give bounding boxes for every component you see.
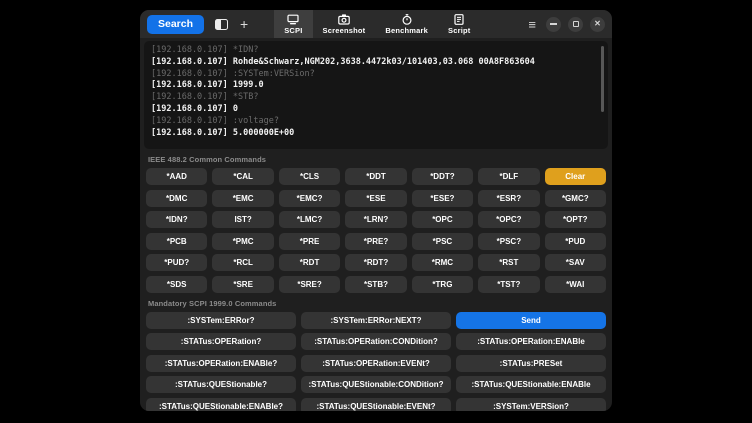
command-button[interactable]: *DDT [345,168,406,185]
command-button[interactable]: :STATus:OPERation? [146,333,296,350]
command-button[interactable]: *CLS [279,168,340,185]
stopwatch-icon [401,14,413,25]
scpi-icon [287,14,299,25]
command-button[interactable]: *PRE? [345,233,406,250]
command-button[interactable]: *RDT? [345,254,406,271]
maximize-button[interactable] [568,17,583,32]
minimize-button[interactable] [546,17,561,32]
console-line-response: [192.168.0.107] Rohde&Schwarz,NGM202,363… [151,57,601,69]
command-button[interactable]: :STATus:OPERation:CONDition? [301,333,451,350]
console-line-command: [192.168.0.107] :SYSTem:VERSion? [151,69,601,81]
command-button[interactable]: *EMC [212,190,273,207]
sidebar-toggle-icon[interactable] [215,19,228,30]
command-button[interactable]: *PSC? [478,233,539,250]
maximize-icon [573,21,579,27]
titlebar: Search + SCPI Screenshot Benchmark Script ≡… [140,10,612,38]
command-button[interactable]: :STATus:QUEStionable:ENABle [456,376,606,393]
section-label-scpi: Mandatory SCPI 1999.0 Commands [148,299,604,308]
camera-icon [338,14,350,25]
command-button[interactable]: *SRE? [279,276,340,293]
command-button[interactable]: *OPT? [545,211,606,228]
script-icon [454,14,464,25]
console-line-command: [192.168.0.107] :voltage? [151,116,601,128]
tab-label: Script [448,26,470,35]
command-button[interactable]: :STATus:OPERation:ENABle [456,333,606,350]
command-button[interactable]: :STATus:OPERation:EVENt? [301,355,451,372]
command-button[interactable]: :STATus:QUEStionable:CONDition? [301,376,451,393]
section-label-ieee: IEEE 488.2 Common Commands [148,155,604,164]
command-button[interactable]: *RCL [212,254,273,271]
console-line-command: [192.168.0.107] *STB? [151,92,601,104]
command-button[interactable]: *DLF [478,168,539,185]
command-button[interactable]: *OPC? [478,211,539,228]
menu-icon[interactable]: ≡ [528,18,536,31]
command-button[interactable]: *TST? [478,276,539,293]
command-button[interactable]: :STATus:QUEStionable:EVENt? [301,398,451,412]
command-button[interactable]: *ESE [345,190,406,207]
command-button[interactable]: *AAD [146,168,207,185]
command-button[interactable]: *TRG [412,276,473,293]
command-button[interactable]: *OPC [412,211,473,228]
command-button[interactable]: *LMC? [279,211,340,228]
command-button[interactable]: *DDT? [412,168,473,185]
console-line-response: [192.168.0.107] 0 [151,104,601,116]
minimize-icon [550,23,557,25]
command-button[interactable]: *RST [478,254,539,271]
tab-label: Screenshot [323,26,366,35]
command-button[interactable]: IST? [212,211,273,228]
command-button[interactable]: :STATus:QUEStionable? [146,376,296,393]
command-button[interactable]: *PUD [545,233,606,250]
console-line-response: [192.168.0.107] 1999.0 [151,80,601,92]
clear-button[interactable]: Clear [545,168,606,185]
command-button[interactable]: :SYSTem:VERSion? [456,398,606,412]
command-button[interactable]: *CAL [212,168,273,185]
window-controls: ≡ ✕ [528,17,605,32]
close-icon: ✕ [594,20,601,28]
console-line-response: [192.168.0.107] 5.000000E+00 [151,128,601,140]
search-button[interactable]: Search [147,15,204,34]
command-button[interactable]: *WAI [545,276,606,293]
command-button[interactable]: *EMC? [279,190,340,207]
command-button[interactable]: :STATus:QUEStionable:ENABle? [146,398,296,412]
console-output: [192.168.0.107] *IDN?[192.168.0.107] Roh… [144,41,608,149]
new-tab-icon[interactable]: + [240,17,248,31]
command-button[interactable]: *PMC [212,233,273,250]
tab-scpi[interactable]: SCPI [274,10,312,38]
command-button[interactable]: *SDS [146,276,207,293]
command-button[interactable]: *DMC [146,190,207,207]
console-scrollbar[interactable] [601,46,604,112]
tab-label: SCPI [284,26,302,35]
send-button[interactable]: Send [456,312,606,329]
command-button[interactable]: *PSC [412,233,473,250]
command-button[interactable]: :SYSTem:ERRor? [146,312,296,329]
command-button[interactable]: *ESE? [412,190,473,207]
tab-benchmark[interactable]: Benchmark [375,10,438,38]
command-button[interactable]: *STB? [345,276,406,293]
main-content: [192.168.0.107] *IDN?[192.168.0.107] Roh… [140,38,612,411]
command-button[interactable]: *RDT [279,254,340,271]
command-button[interactable]: *PRE [279,233,340,250]
tab-bar: SCPI Screenshot Benchmark Script [274,10,480,38]
command-button[interactable]: :STATus:PRESet [456,355,606,372]
scpi-command-grid: :SYSTem:ERRor? :SYSTem:ERRor:NEXT? Send :ST… [144,312,608,412]
console-line-command: [192.168.0.107] *IDN? [151,45,601,57]
app-window: Search + SCPI Screenshot Benchmark Script ≡… [140,10,612,411]
command-button[interactable]: *SRE [212,276,273,293]
command-button[interactable]: *LRN? [345,211,406,228]
command-button[interactable]: :SYSTem:ERRor:NEXT? [301,312,451,329]
tab-screenshot[interactable]: Screenshot [313,10,376,38]
command-button[interactable]: *PUD? [146,254,207,271]
command-button[interactable]: *GMC? [545,190,606,207]
command-button[interactable]: *IDN? [146,211,207,228]
ieee-command-grid: *AAD *CAL *CLS *DDT *DDT? *DLF Clear *DMC *EMC *E… [144,168,608,293]
close-button[interactable]: ✕ [590,17,605,32]
command-button[interactable]: *SAV [545,254,606,271]
tab-label: Benchmark [385,26,428,35]
command-button[interactable]: :STATus:OPERation:ENABle? [146,355,296,372]
command-button[interactable]: *ESR? [478,190,539,207]
tab-script[interactable]: Script [438,10,480,38]
command-button[interactable]: *RMC [412,254,473,271]
command-button[interactable]: *PCB [146,233,207,250]
